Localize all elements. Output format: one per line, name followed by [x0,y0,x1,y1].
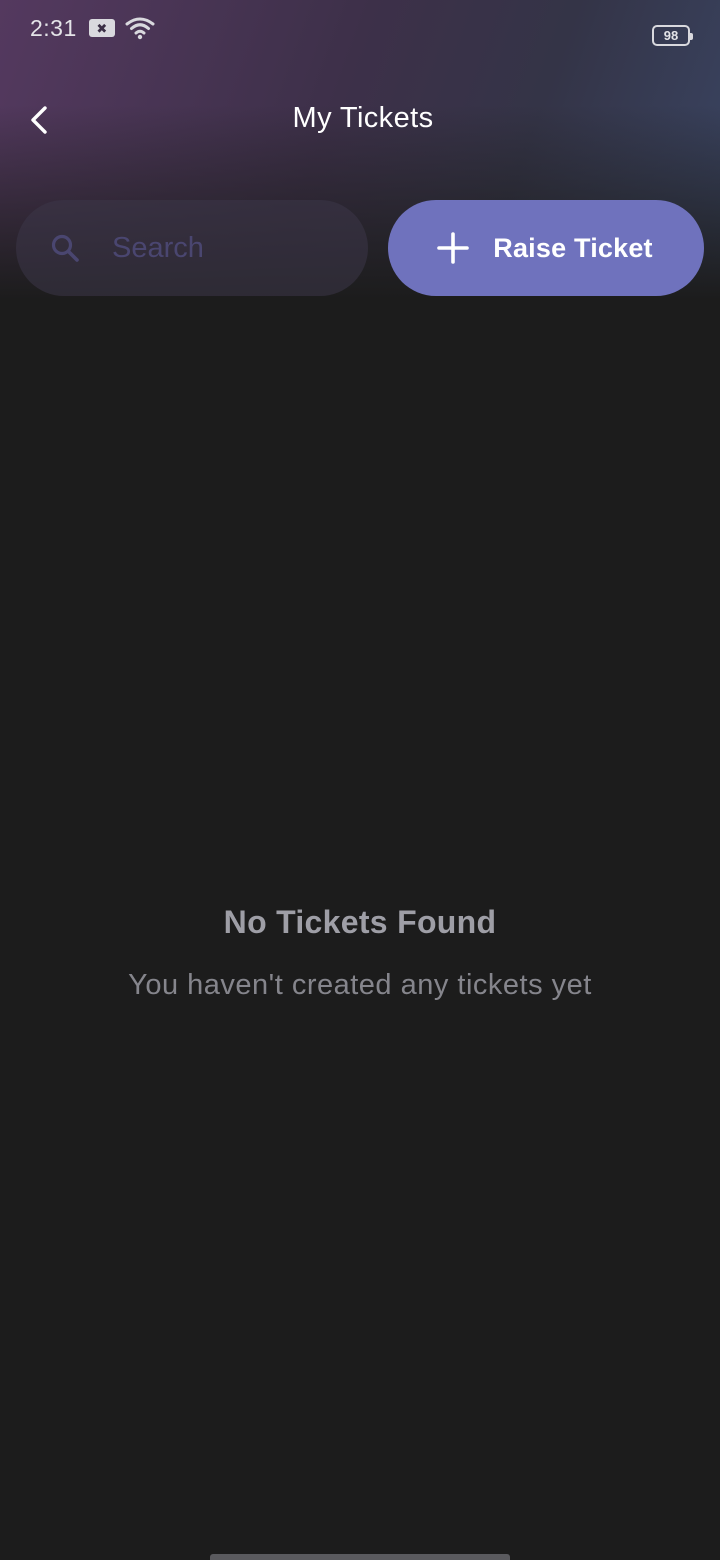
notification-icon: ✖ [88,19,115,37]
status-bar: 2:31 ✖ 98 [0,0,720,56]
plus-icon [437,232,470,264]
page-title: My Tickets [292,102,434,134]
empty-state-subtitle: You haven't created any tickets yet [128,969,592,1001]
search-box[interactable] [16,200,368,296]
app-bar: My Tickets [0,80,720,160]
raise-ticket-button[interactable]: Raise Ticket [388,200,704,296]
home-indicator[interactable] [210,1554,510,1560]
status-time: 2:31 [30,14,77,41]
wifi-icon [125,17,155,40]
search-icon [51,234,79,262]
empty-state: No Tickets Found You haven't created any… [0,904,720,1002]
search-input[interactable] [112,231,342,265]
battery-indicator: 98 [652,25,693,46]
raise-ticket-label: Raise Ticket [493,232,653,263]
my-tickets-screen: 2:31 ✖ 98 My Tickets Raise Ticket [0,0,720,1560]
empty-state-title: No Tickets Found [223,904,497,940]
